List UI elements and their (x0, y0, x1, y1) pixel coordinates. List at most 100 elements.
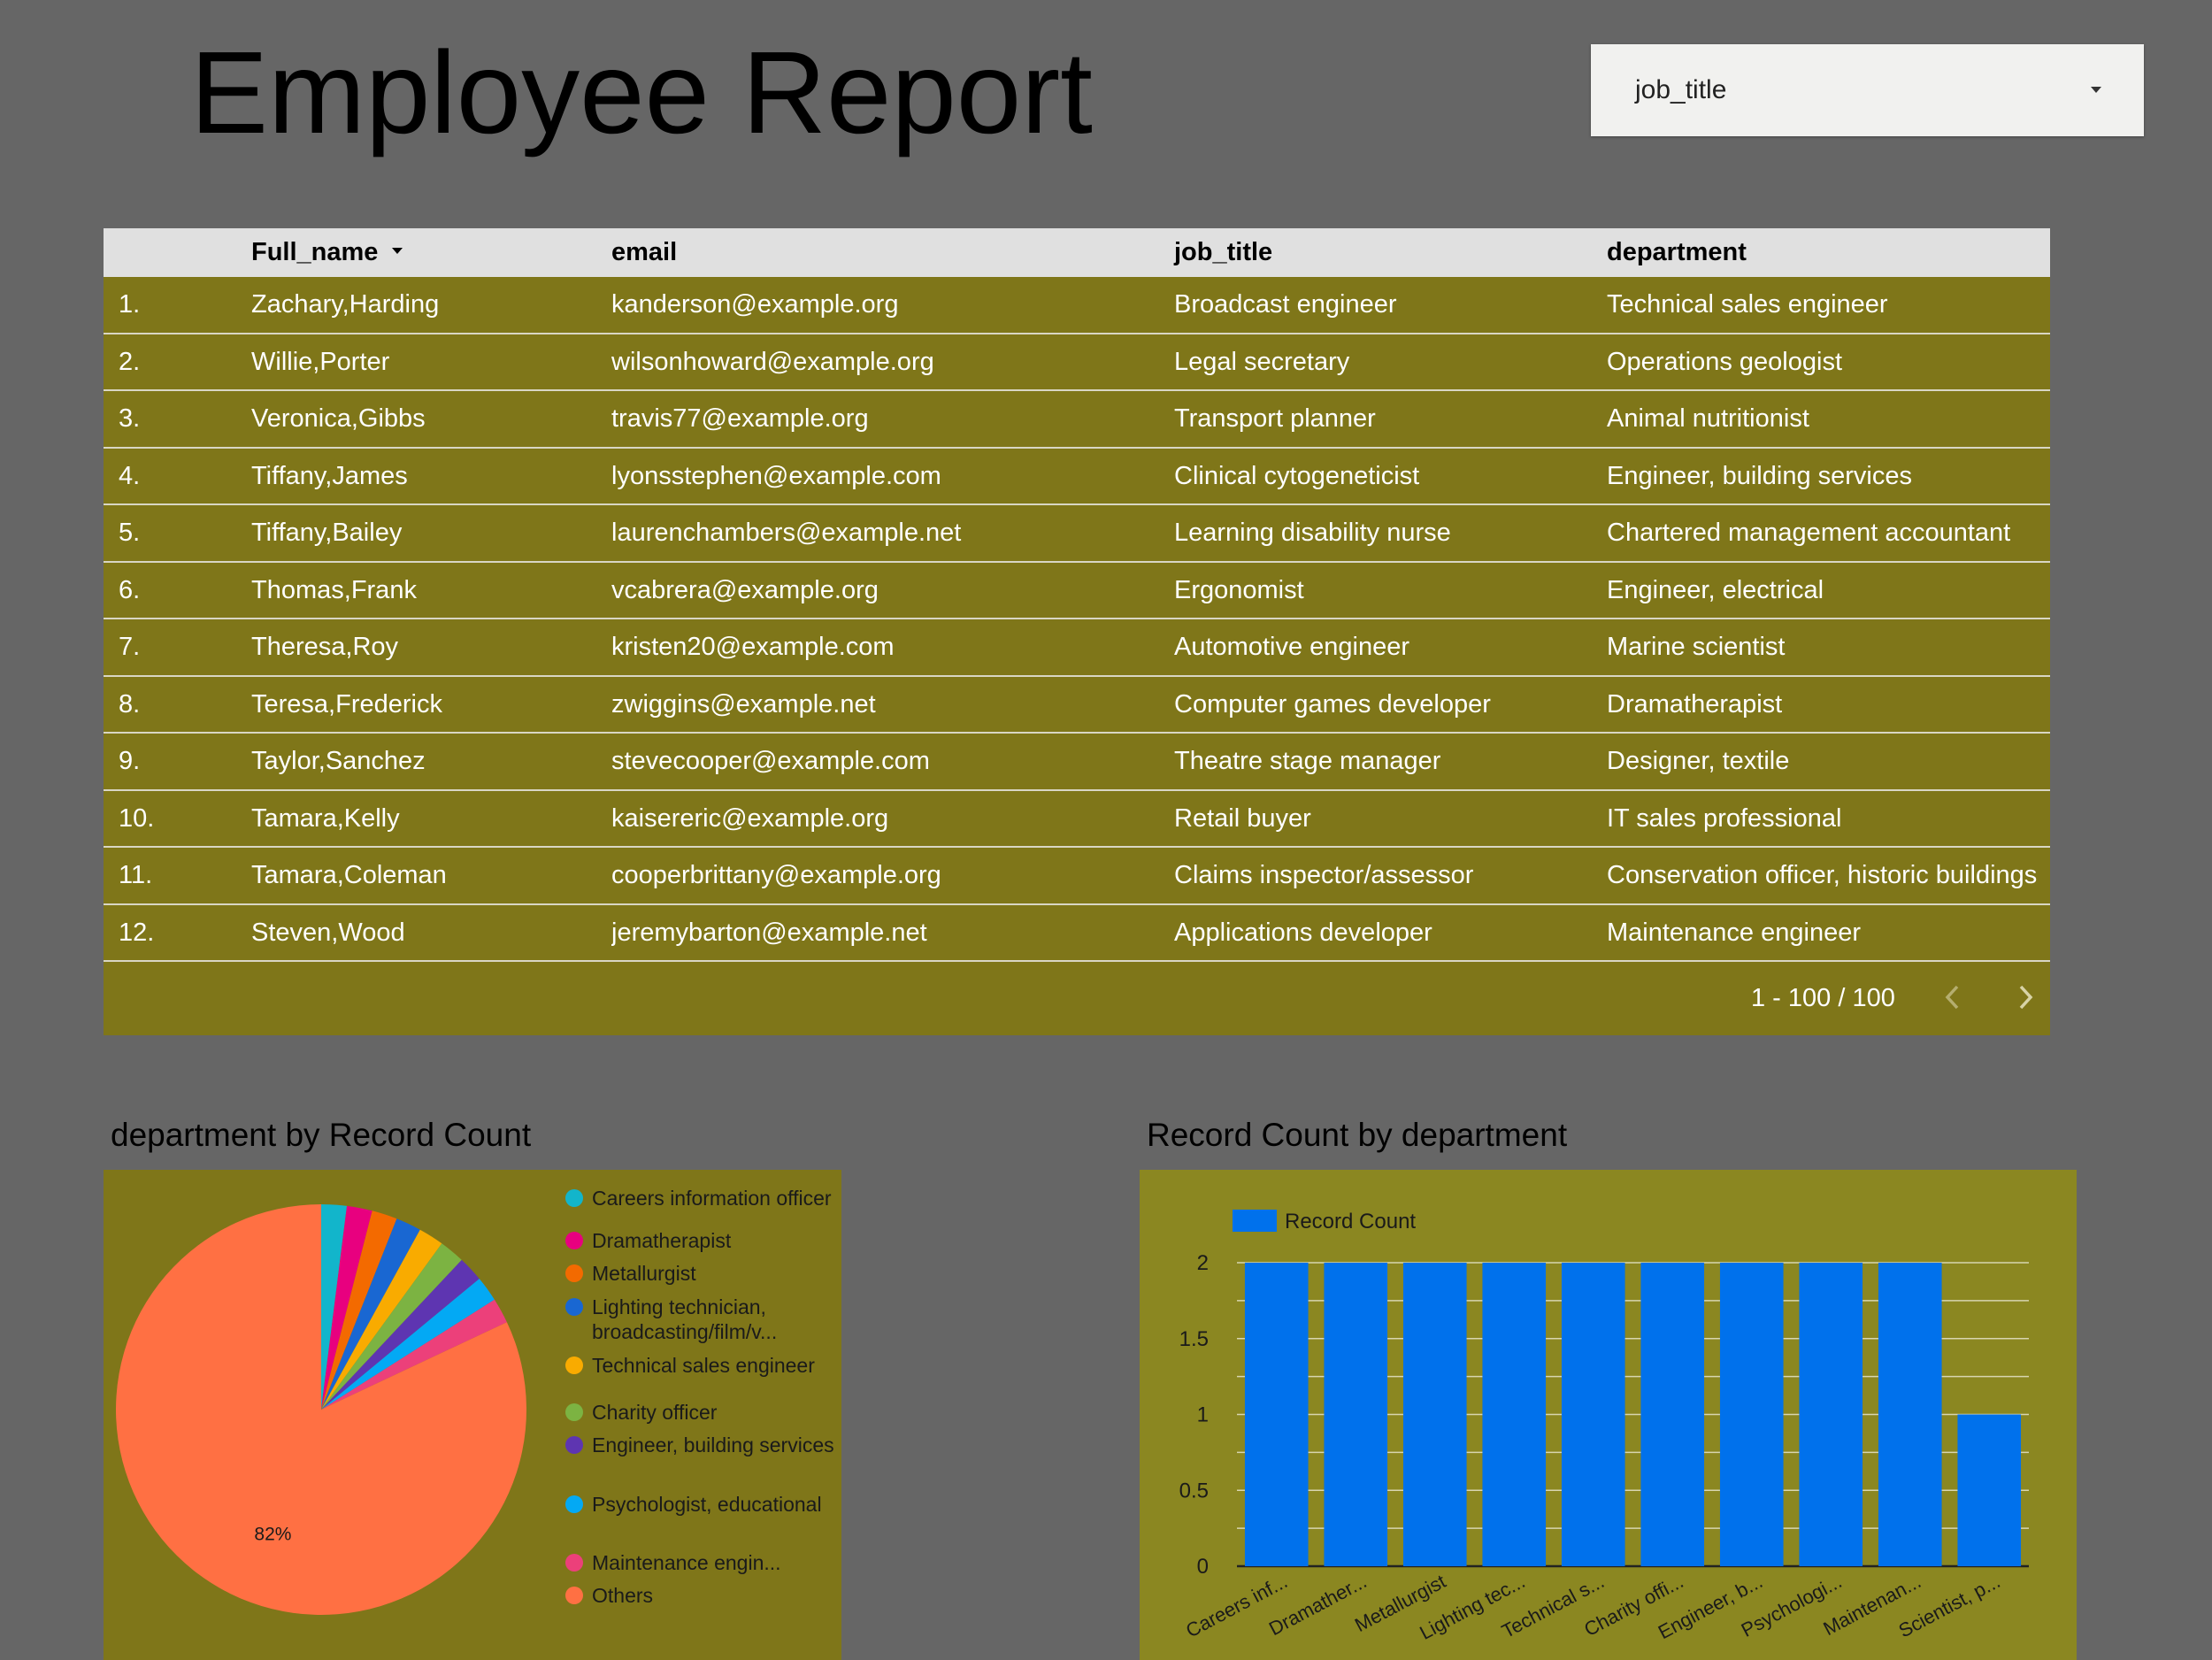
legend-label: Dramatherapist (592, 1229, 732, 1252)
bar[interactable] (1244, 1263, 1309, 1566)
employee-table: Full_name email job_title department 1. Z… (104, 228, 2050, 1035)
legend-label: Others (592, 1584, 654, 1607)
column-header-email[interactable]: email (611, 228, 1142, 277)
pie-legend-item[interactable]: Lighting technician, broadcasting/film/v… (565, 1295, 840, 1344)
pie-legend-item[interactable]: Dramatherapist (565, 1228, 840, 1253)
pie-legend-item[interactable]: Engineer, building services (565, 1433, 840, 1457)
cell-department: Animal nutritionist (1607, 404, 1809, 433)
pie-legend-item[interactable]: Technical sales engineer (565, 1353, 840, 1378)
cell-job-title: Theatre stage manager (1174, 747, 1441, 775)
cell-full-name: Teresa,Frederick (251, 689, 442, 719)
legend-swatch-icon (1233, 1210, 1277, 1232)
column-header-full-name[interactable]: Full_name (251, 228, 588, 277)
bar[interactable] (1324, 1263, 1388, 1566)
legend-label: Technical sales engineer (592, 1354, 815, 1377)
pie-slice-label: 82% (254, 1525, 291, 1545)
row-index: 2. (119, 347, 141, 376)
cell-job-title: Computer games developer (1174, 689, 1491, 719)
pie-legend-item[interactable]: Maintenance engin... (565, 1550, 840, 1575)
table-row[interactable]: 10. Tamara,Kelly kaisereric@example.org Ret… (104, 791, 2050, 848)
legend-label: Maintenance engin... (592, 1551, 781, 1574)
cell-email: jeremybarton@example.net (611, 918, 927, 947)
bar[interactable] (1878, 1263, 1942, 1566)
table-row[interactable]: 2. Willie,Porter wilsonhoward@example.org L… (104, 334, 2050, 391)
cell-email: zwiggins@example.net (611, 689, 876, 719)
table-row[interactable]: 6. Thomas,Frank vcabrera@example.org Ergono… (104, 563, 2050, 619)
bar[interactable] (1561, 1263, 1625, 1566)
row-index: 11. (119, 861, 153, 889)
table-row[interactable]: 12. Steven,Wood jeremybarton@example.net Ap… (104, 905, 2050, 962)
chevron-right-icon (2019, 985, 2033, 1010)
pie-legend-item[interactable]: Metallurgist (565, 1261, 840, 1286)
column-header-job-title[interactable]: job_title (1174, 228, 1581, 277)
row-index: 12. (119, 918, 155, 947)
pie-legend-item[interactable]: Careers information officer (565, 1186, 840, 1210)
table-row[interactable]: 11. Tamara,Coleman cooperbrittany@example.… (104, 848, 2050, 905)
bar[interactable] (1402, 1263, 1467, 1566)
legend-label: Lighting technician, broadcasting/film/v… (592, 1295, 778, 1343)
cell-department: Maintenance engineer (1607, 918, 1861, 947)
table-row[interactable]: 5. Tiffany,Bailey laurenchambers@example.n… (104, 505, 2050, 563)
legend-label: Engineer, building services (592, 1433, 834, 1456)
legend-swatch-icon (565, 1264, 583, 1282)
cell-email: laurenchambers@example.net (611, 519, 962, 547)
cell-department: Dramatherapist (1607, 689, 1783, 719)
column-header-department[interactable]: department (1607, 228, 2050, 277)
bar[interactable] (1957, 1414, 2022, 1567)
previous-page-button[interactable] (1936, 980, 1971, 1015)
bar-legend-label: Record Count (1285, 1210, 1416, 1233)
table-row[interactable]: 8. Teresa,Frederick zwiggins@example.net Co… (104, 677, 2050, 734)
cell-full-name: Tiffany,James (251, 461, 408, 490)
cell-full-name: Tiffany,Bailey (251, 519, 403, 547)
legend-swatch-icon (565, 1554, 583, 1572)
job-title-filter-dropdown[interactable]: job_title (1591, 44, 2144, 136)
sort-descending-icon (392, 247, 403, 254)
row-index: 6. (119, 575, 141, 604)
cell-email: wilsonhoward@example.org (611, 347, 934, 376)
bar[interactable] (1640, 1263, 1705, 1566)
legend-swatch-icon (565, 1189, 583, 1207)
cell-job-title: Broadcast engineer (1174, 290, 1397, 319)
cell-department: Operations geologist (1607, 347, 1842, 376)
y-tick-label: 1.5 (1179, 1327, 1209, 1351)
legend-label: Careers information officer (592, 1187, 832, 1210)
cell-department: Engineer, building services (1607, 461, 1912, 490)
table-row[interactable]: 13. Steven,Lee david15@example.net Tourism … (104, 962, 2050, 969)
row-index: 8. (119, 689, 141, 719)
pagination-text: 1 - 100 / 100 (1751, 984, 1895, 1012)
cell-email: vcabrera@example.org (611, 575, 879, 604)
cell-department: Chartered management accountant (1607, 519, 2011, 547)
table-pagination: 1 - 100 / 100 (104, 969, 2050, 1035)
table-row[interactable]: 7. Theresa,Roy kristen20@example.com Automo… (104, 619, 2050, 677)
pie-legend-item[interactable]: Psychologist, educational (565, 1492, 840, 1517)
legend-swatch-icon (565, 1298, 583, 1316)
bar[interactable] (1482, 1263, 1547, 1566)
pie-legend-item[interactable]: Others (565, 1583, 840, 1608)
cell-email: kanderson@example.org (611, 290, 899, 319)
table-row[interactable]: 9. Taylor,Sanchez stevecooper@example.com T… (104, 734, 2050, 791)
cell-full-name: Willie,Porter (251, 347, 390, 376)
row-index: 9. (119, 747, 141, 775)
cell-job-title: Applications developer (1174, 918, 1432, 947)
bar[interactable] (1799, 1263, 1863, 1566)
pie-chart-panel: 82% Careers information officer Dramather… (104, 1170, 841, 1660)
legend-label: Charity officer (592, 1401, 718, 1424)
row-index: 7. (119, 633, 141, 661)
bar[interactable] (1719, 1263, 1784, 1566)
row-index: 3. (119, 404, 141, 433)
next-page-button[interactable] (2008, 980, 2043, 1015)
legend-label: Metallurgist (592, 1262, 696, 1285)
table-row[interactable]: 1. Zachary,Harding kanderson@example.org Br… (104, 277, 2050, 334)
cell-full-name: Veronica,Gibbs (251, 404, 426, 433)
cell-job-title: Ergonomist (1174, 575, 1304, 604)
legend-swatch-icon (565, 1587, 583, 1604)
bar-chart-panel: Record Count 0 0.5 1 1.5 2 Careers inf... Drama… (1140, 1170, 2077, 1660)
y-tick-label: 0.5 (1179, 1479, 1209, 1502)
cell-job-title: Learning disability nurse (1174, 519, 1451, 547)
cell-full-name: Tamara,Kelly (251, 803, 400, 833)
table-row[interactable]: 4. Tiffany,James lyonsstephen@example.com C… (104, 449, 2050, 505)
pie-legend-item[interactable]: Charity officer (565, 1400, 840, 1425)
table-row[interactable]: 3. Veronica,Gibbs travis77@example.org Tran… (104, 391, 2050, 449)
row-index: 1. (119, 290, 141, 319)
cell-email: stevecooper@example.com (611, 747, 930, 775)
